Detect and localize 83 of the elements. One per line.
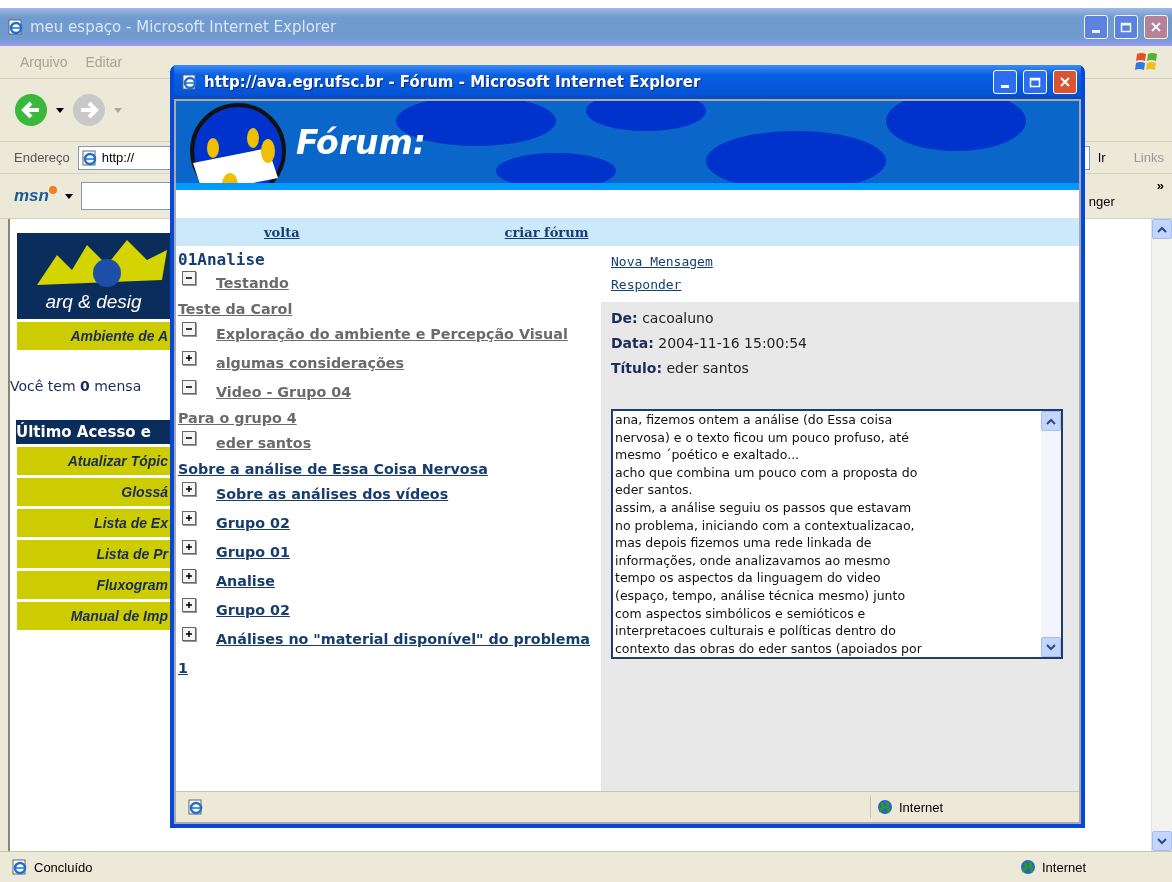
expand-icon[interactable] (182, 569, 196, 583)
action-link[interactable]: Nova Mensagem (611, 254, 713, 269)
thread-link[interactable]: Sobre as análises dos vídeos (178, 480, 601, 509)
scrollbar[interactable] (1151, 219, 1172, 851)
zone-text: Internet (899, 799, 944, 815)
close-button[interactable] (1144, 15, 1168, 39)
expand-icon[interactable] (182, 598, 196, 612)
globe-icon (877, 799, 893, 815)
reply-link[interactable]: Para o grupo 4 (178, 407, 601, 429)
expand-icon[interactable] (182, 351, 196, 365)
messages-text: Você tem 0 mensa (10, 378, 143, 394)
thread-link[interactable]: Exploração do ambiente e Percepção Visual (178, 320, 601, 349)
thread-link[interactable]: Analise (178, 567, 601, 596)
expand-icon[interactable] (182, 482, 196, 496)
maximize-button[interactable] (1023, 70, 1047, 94)
msn-logo: msn (14, 186, 57, 206)
banner-bar: Ambiente de A (17, 322, 170, 350)
close-button[interactable] (1053, 70, 1077, 94)
menu-link[interactable]: Lista de Pr (17, 540, 170, 568)
forum-title: 01Analise (178, 250, 266, 269)
globe-icon (1020, 859, 1036, 875)
scroll-down-icon[interactable] (1157, 837, 1167, 845)
scrollbar[interactable] (1041, 411, 1061, 657)
message-field: Data: 2004-11-16 15:00:54 (611, 335, 1063, 351)
expand-icon[interactable] (182, 511, 196, 525)
nav-link[interactable]: volta (264, 224, 300, 240)
message-field: Título: eder santos (611, 360, 1063, 376)
reply-link[interactable]: Sobre a análise de Essa Coisa Nervosa (178, 458, 601, 480)
caret-icon[interactable] (56, 107, 64, 113)
logo-text: arq & desig (45, 291, 142, 313)
thread-link[interactable]: Grupo 01 (178, 538, 601, 567)
ie-icon (188, 799, 204, 815)
expand-icon[interactable] (182, 540, 196, 554)
status-text: Concluído (34, 859, 94, 875)
caret-icon[interactable] (64, 193, 73, 199)
reply-link[interactable]: Teste da Carol (178, 298, 601, 320)
people-logo-icon (188, 103, 288, 183)
window-title: meu espaço - Microsoft Internet Explorer (30, 18, 338, 36)
action-link[interactable]: Responder (611, 277, 682, 292)
chevron-button[interactable]: » (1156, 178, 1164, 193)
address-label: Endereço (14, 150, 70, 165)
maximize-icon (1120, 21, 1132, 33)
thread-link[interactable]: Video - Grupo 04 (178, 378, 601, 407)
thread-link[interactable]: Grupo 02 (178, 596, 601, 625)
expand-icon[interactable] (182, 627, 196, 641)
ie-icon (81, 149, 98, 166)
thread-link[interactable]: eder santos (178, 429, 601, 458)
minimize-icon (1001, 84, 1009, 88)
thread-link[interactable]: Análises no "material disponível" do problema 1 (178, 625, 601, 683)
go-button[interactable]: Ir (1097, 150, 1106, 165)
minimize-button[interactable] (993, 70, 1017, 94)
scroll-up-icon[interactable] (1157, 225, 1167, 233)
toolbar-button[interactable]: nger (1088, 193, 1115, 209)
menu-link[interactable]: Atualizar Tópic (17, 447, 170, 475)
ie-icon (182, 74, 198, 90)
nav-link[interactable]: criar fórum (504, 224, 589, 240)
message-body[interactable]: ana, fizemos ontem a análise (do Essa coisa nervosa) e o texto ficou um pouco profuso, até mesmo ´poético e exaltado... acho que combina um pouco com a proposta do eder santos. assim, a análise seguiu os passos que estavam no problema, iniciando com a contextualizacao, mas depois fizemos uma rede linkada de informações, onde analizavamos ao mesmo tempo os aspectos da linguagem do video (espaço, tempo, análise técnica mesmo) junto com aspectos simbólicos e semióticos e interpretacoes culturais e políticas dentro do contexto das obras do eder santos (apoiados por (611, 409, 1063, 659)
close-icon (1059, 76, 1071, 88)
thread-link[interactable]: Grupo 02 (178, 509, 601, 538)
banner-title: Fórum: (296, 122, 426, 162)
thread-link[interactable]: Testando (178, 269, 601, 298)
menu-link[interactable]: Manual de Imp (17, 602, 170, 630)
collapse-icon[interactable] (182, 322, 196, 336)
zone-text: Internet (1042, 859, 1087, 875)
ie-icon (12, 859, 28, 875)
collapse-icon[interactable] (182, 431, 196, 445)
collapse-icon[interactable] (182, 271, 196, 285)
minimize-icon (1092, 29, 1100, 33)
thread-link[interactable]: algumas considerações (178, 349, 601, 378)
menu-link[interactable]: Glossá (17, 478, 170, 506)
scroll-up-icon[interactable] (1046, 417, 1056, 425)
maximize-icon (1029, 76, 1041, 88)
menu-link[interactable]: Fluxogram (17, 571, 170, 599)
close-icon (1150, 21, 1162, 33)
section-heading: Último Acesso e (16, 420, 170, 444)
scroll-down-icon[interactable] (1046, 643, 1056, 651)
ie-icon (8, 19, 24, 35)
message-field: De: cacoaluno (611, 310, 1063, 326)
window-title: http://ava.egr.ufsc.br - Fórum - Microsoft Internet Explorer (204, 73, 702, 91)
collapse-icon[interactable] (182, 380, 196, 394)
minimize-button[interactable] (1084, 15, 1108, 39)
maximize-button[interactable] (1114, 15, 1138, 39)
menu-link[interactable]: Lista de Ex (17, 509, 170, 537)
